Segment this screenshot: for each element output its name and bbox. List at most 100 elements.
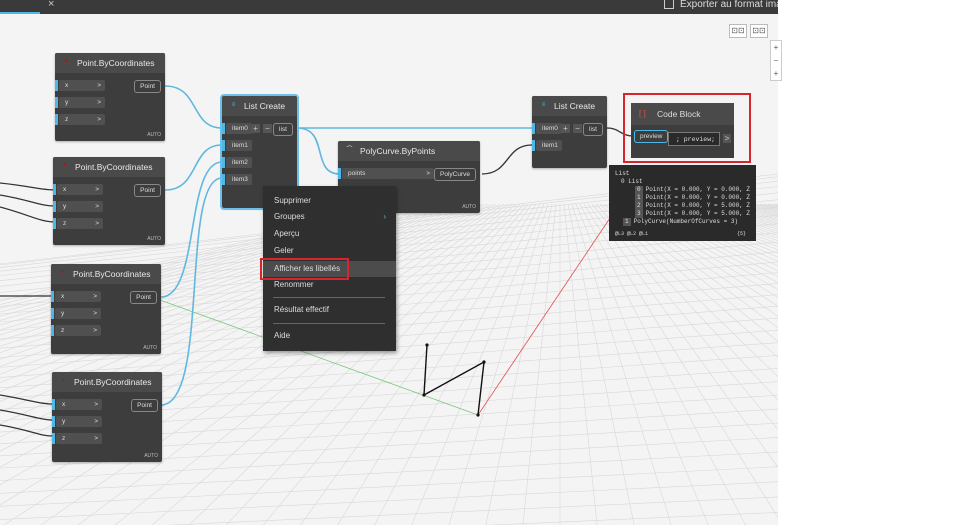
list-create-node-2[interactable]: ≡ List Create item0 + − item1 list [532, 96, 607, 168]
run-mode-label: AUTO [143, 345, 157, 351]
add-input-icon[interactable]: + [561, 124, 570, 133]
port-label: x [65, 82, 69, 89]
point-node-4[interactable]: • Point.ByCoordinates x > y > z > Point AUTO [52, 372, 162, 462]
graph-view-button[interactable]: ⊡⊡ [729, 24, 747, 38]
node-header[interactable]: ⌒ PolyCurve.ByPoints [338, 141, 480, 161]
preview-root: List [615, 170, 630, 177]
point-icon: • [62, 378, 65, 384]
row-text: Point(X = 0.000, Y = 0.000, Z [645, 194, 751, 201]
input-port-y[interactable]: y > [55, 97, 105, 108]
menu-label: Groupes [274, 212, 305, 221]
input-port-item0[interactable]: item0 [532, 123, 562, 134]
geometry-view-button[interactable]: ⊡⊡ [750, 24, 768, 38]
row-index: 2 [635, 202, 643, 210]
close-tab-icon[interactable]: × [48, 0, 54, 10]
row-text: Point(X = 0.000, Y = 5.000, Z [645, 210, 751, 217]
input-port-item1[interactable]: item1 [222, 140, 252, 151]
input-port-item0[interactable]: item0 [222, 123, 252, 134]
point-node-2[interactable]: • Point.ByCoordinates x > y > z > Point AUTO [53, 157, 165, 245]
polycurve-icon: ⌒ [346, 147, 353, 153]
chevron-right-icon: > [95, 220, 99, 227]
export-image-button[interactable]: Exporter au format image [664, 0, 793, 10]
input-port-y[interactable]: y > [51, 308, 101, 319]
port-label: z [61, 327, 65, 334]
row-index: 0 [635, 186, 643, 194]
input-port-x[interactable]: x > [51, 291, 101, 302]
node-header[interactable]: • Point.ByCoordinates [52, 372, 162, 392]
preview-row: 1 PolyCurve(NumberOfCurves = 3) [623, 218, 738, 226]
blank-area [778, 0, 975, 525]
row-text: Point(X = 0.000, Y = 5.000, Z [645, 202, 751, 209]
zoom-fit-button[interactable]: + [771, 41, 781, 54]
input-port-x[interactable]: x > [52, 399, 102, 410]
output-port-point[interactable]: Point [130, 291, 157, 304]
input-port-y[interactable]: y > [53, 201, 103, 212]
remove-input-icon[interactable]: − [263, 124, 272, 133]
node-header[interactable]: • Point.ByCoordinates [51, 264, 161, 284]
input-port-z[interactable]: z > [52, 433, 102, 444]
export-label: Exporter au format image [680, 0, 793, 10]
input-port-z[interactable]: z > [51, 325, 101, 336]
node-title: List Create [554, 101, 596, 111]
output-port-list[interactable]: list [583, 123, 603, 136]
row-index: 1 [623, 218, 631, 226]
add-input-icon[interactable]: + [251, 124, 260, 133]
menu-item-delete[interactable]: Supprimer [263, 193, 396, 209]
input-port-item2[interactable]: item2 [222, 157, 252, 168]
node-title: Point.ByCoordinates [75, 162, 153, 172]
menu-item-help[interactable]: Aide [263, 328, 396, 344]
chevron-right-icon: › [383, 212, 386, 221]
port-label: x [62, 401, 66, 408]
input-port-x[interactable]: x > [55, 80, 105, 91]
menu-item-preview[interactable]: Aperçu [263, 226, 396, 242]
remove-input-icon[interactable]: − [573, 124, 582, 133]
run-mode-label: AUTO [462, 204, 476, 210]
output-port-polycurve[interactable]: PolyCurve [434, 168, 476, 181]
run-mode-label: AUTO [144, 453, 158, 459]
zoom-controls: + − + [770, 40, 782, 81]
input-port-item3[interactable]: item3 [222, 174, 252, 185]
preview-row: 2 Point(X = 0.000, Y = 5.000, Z [635, 202, 750, 210]
point-node-3[interactable]: • Point.ByCoordinates x > y > z > Point AUTO [51, 264, 161, 354]
port-label: points [348, 170, 366, 177]
preview-bubble: List 0 List 0 Point(X = 0.000, Y = 0.000,… [609, 165, 756, 241]
chevron-right-icon: > [97, 116, 101, 123]
preview-sublist: 0 List [621, 178, 643, 185]
point-icon: • [63, 163, 66, 169]
menu-item-freeze[interactable]: Geler [263, 243, 396, 259]
input-port-item1[interactable]: item1 [532, 140, 562, 151]
row-text: Point(X = 0.000, Y = 0.000, Z [645, 186, 751, 193]
input-port-x[interactable]: x > [53, 184, 103, 195]
menu-item-groups[interactable]: Groupes › [263, 209, 396, 225]
node-header[interactable]: • Point.ByCoordinates [55, 53, 165, 73]
point-node-1[interactable]: • Point.ByCoordinates x > y > z > Point AUTO [55, 53, 165, 141]
output-port-point[interactable]: Point [134, 80, 161, 93]
output-port-point[interactable]: Point [134, 184, 161, 197]
menu-separator [273, 323, 385, 324]
chevron-right-icon: > [94, 418, 98, 425]
node-header[interactable]: ≡ List Create [532, 96, 607, 116]
output-port-list[interactable]: list [273, 123, 293, 136]
port-label: y [61, 310, 65, 317]
zoom-in-button[interactable]: + [771, 67, 781, 80]
highlight-box-code-block [623, 93, 751, 163]
node-header[interactable]: • Point.ByCoordinates [53, 157, 165, 177]
node-title: List Create [244, 101, 286, 111]
port-label: z [65, 116, 69, 123]
node-header[interactable]: ≡ List Create [222, 96, 297, 116]
node-title: Point.ByCoordinates [73, 269, 151, 279]
input-port-z[interactable]: z > [55, 114, 105, 125]
input-port-y[interactable]: y > [52, 416, 102, 427]
chevron-right-icon: > [94, 435, 98, 442]
menu-item-effective-result[interactable]: Résultat effectif [263, 302, 396, 318]
run-mode-label: AUTO [147, 132, 161, 138]
chevron-right-icon: > [93, 293, 97, 300]
input-port-points[interactable]: points > [338, 168, 434, 179]
output-port-point[interactable]: Point [131, 399, 158, 412]
preview-row: 1 Point(X = 0.000, Y = 0.000, Z [635, 194, 750, 202]
input-port-z[interactable]: z > [53, 218, 103, 229]
image-icon [664, 0, 674, 10]
row-text: PolyCurve(NumberOfCurves = 3) [633, 218, 739, 225]
preview-row: 3 Point(X = 0.000, Y = 5.000, Z [635, 210, 750, 218]
zoom-out-button[interactable]: − [771, 54, 781, 67]
